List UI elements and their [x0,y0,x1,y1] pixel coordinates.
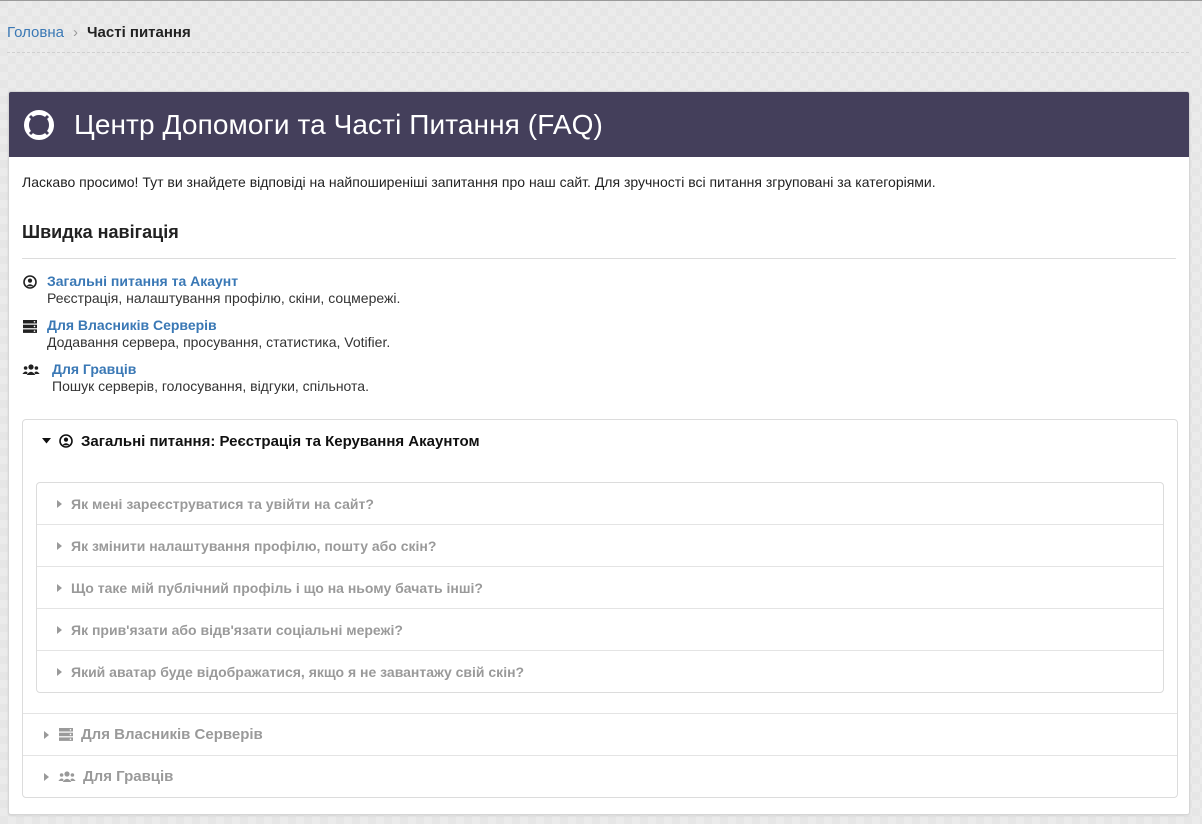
quick-nav-item-players: Для Гравців Пошук серверів, голосування,… [22,361,1176,405]
user-circle-icon [58,434,74,448]
caret-down-icon [41,438,51,444]
section-title: Загальні питання: Реєстрація та Керуванн… [81,432,480,450]
breadcrumb-current: Часті питання [87,24,191,41]
section-title: Для Власників Серверів [81,726,263,743]
life-ring-icon [23,109,55,141]
question-text: Що таке мій публічний профіль і що на нь… [71,579,483,596]
question-text: Який аватар буде відображатися, якщо я н… [71,663,525,680]
users-icon [58,770,76,783]
section-header-players[interactable]: Для Гравців [23,755,1177,797]
intro-text: Ласкаво просимо! Тут ви знайдете відпові… [22,174,936,190]
caret-right-icon [41,730,51,739]
panel-header: Центр Допомоги та Часті Питання (FAQ) [9,92,1189,157]
quick-nav-desc: Пошук серверів, голосування, відгуки, сп… [52,378,369,394]
server-icon [22,318,38,334]
question-item[interactable]: Який аватар буде відображатися, якщо я н… [37,650,1163,692]
quick-nav-link-general[interactable]: Загальні питання та Акаунт [47,273,400,290]
section-title: Для Гравців [83,768,174,785]
faq-accordion: Загальні питання: Реєстрація та Керуванн… [22,419,1178,798]
user-circle-icon [22,274,38,290]
divider [22,258,1176,259]
page-title: Центр Допомоги та Часті Питання (FAQ) [74,108,603,140]
quick-nav-item-server-owners: Для Власників Серверів Додавання сервера… [22,317,1176,361]
question-text: Як змінити налаштування профілю, пошту а… [71,537,437,554]
quick-nav-text: Загальні питання та Акаунт Реєстрація, н… [47,273,400,307]
server-icon [58,728,74,741]
breadcrumb-home-link[interactable]: Головна [7,24,64,41]
caret-right-icon [57,667,62,676]
quick-nav-list: Загальні питання та Акаунт Реєстрація, н… [22,273,1176,405]
question-item[interactable]: Як прив'язати або відв'язати соціальні м… [37,608,1163,650]
quick-nav-desc: Додавання сервера, просування, статистик… [47,334,391,350]
caret-right-icon [57,583,62,592]
quick-nav-link-server-owners[interactable]: Для Власників Серверів [47,317,390,334]
question-item[interactable]: Що таке мій публічний профіль і що на нь… [37,566,1163,608]
quick-nav-desc: Реєстрація, налаштування профілю, скіни,… [47,290,401,306]
faq-panel: Центр Допомоги та Часті Питання (FAQ) Ла… [8,91,1190,815]
question-item[interactable]: Як мені зареєструватися та увійти на сай… [37,483,1163,524]
section-body-general: Як мені зареєструватися та увійти на сай… [23,462,1177,713]
question-text: Як мені зареєструватися та увійти на сай… [71,495,374,512]
quick-nav-text: Для Гравців Пошук серверів, голосування,… [52,361,369,395]
top-border [0,0,1202,1]
question-list: Як мені зареєструватися та увійти на сай… [36,482,1164,693]
users-icon [22,362,40,378]
quick-nav-link-players[interactable]: Для Гравців [52,361,369,378]
caret-right-icon [57,625,62,634]
panel-body: Ласкаво просимо! Тут ви знайдете відпові… [9,157,1189,798]
section-header-server-owners[interactable]: Для Власників Серверів [23,713,1177,755]
section-header-general[interactable]: Загальні питання: Реєстрація та Керуванн… [23,420,1177,462]
breadcrumb: Головна › Часті питання [7,24,1189,53]
caret-right-icon [41,772,51,781]
chevron-right-icon: › [73,24,78,41]
question-item[interactable]: Як змінити налаштування профілю, пошту а… [37,524,1163,566]
quick-nav-title: Швидка навігація [22,222,179,242]
caret-right-icon [57,541,62,550]
quick-nav-text: Для Власників Серверів Додавання сервера… [47,317,390,351]
question-text: Як прив'язати або відв'язати соціальні м… [71,621,403,638]
caret-right-icon [57,499,62,508]
quick-nav-item-general: Загальні питання та Акаунт Реєстрація, н… [22,273,1176,317]
